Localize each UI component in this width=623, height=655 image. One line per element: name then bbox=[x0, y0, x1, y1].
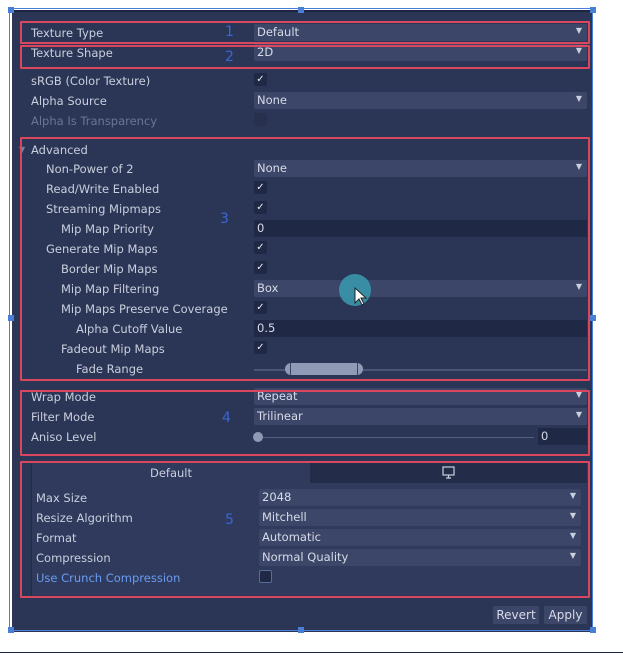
annotation-number: 5 bbox=[225, 512, 234, 528]
alpha-is-transparency-checkbox[interactable] bbox=[254, 113, 267, 126]
revert-button[interactable]: Revert bbox=[493, 606, 539, 624]
chevron-down-icon: ▼ bbox=[575, 94, 582, 103]
highlight-box-5 bbox=[20, 461, 590, 598]
annotation-number: 3 bbox=[220, 211, 229, 227]
srgb-row: sRGB (Color Texture) ✓ bbox=[0, 71, 623, 91]
highlight-box-3 bbox=[20, 137, 590, 381]
annotation-number: 2 bbox=[225, 49, 234, 65]
dropdown-value: None bbox=[257, 93, 288, 107]
resize-handle[interactable] bbox=[590, 7, 596, 13]
alpha-is-transparency-label: Alpha Is Transparency bbox=[31, 114, 158, 128]
highlight-box-1 bbox=[20, 21, 590, 44]
highlight-box-2 bbox=[20, 45, 590, 69]
highlight-box-4 bbox=[20, 390, 590, 456]
annotation-number: 1 bbox=[225, 24, 234, 40]
alpha-source-label: Alpha Source bbox=[31, 94, 107, 108]
resize-handle[interactable] bbox=[590, 627, 596, 633]
mouse-cursor-icon bbox=[354, 287, 368, 306]
srgb-checkbox[interactable]: ✓ bbox=[254, 73, 267, 86]
divider bbox=[0, 652, 623, 653]
resize-handle[interactable] bbox=[8, 627, 14, 633]
alpha-source-dropdown[interactable]: None ▼ bbox=[254, 92, 587, 109]
resize-handle[interactable] bbox=[298, 7, 304, 13]
resize-handle[interactable] bbox=[298, 627, 304, 633]
alpha-source-row: Alpha Source None ▼ bbox=[0, 91, 623, 111]
annotation-number: 4 bbox=[222, 410, 231, 426]
resize-handle[interactable] bbox=[8, 7, 14, 13]
apply-button[interactable]: Apply bbox=[544, 606, 587, 624]
srgb-label: sRGB (Color Texture) bbox=[31, 74, 151, 88]
alpha-is-transparency-row: Alpha Is Transparency bbox=[0, 111, 623, 131]
